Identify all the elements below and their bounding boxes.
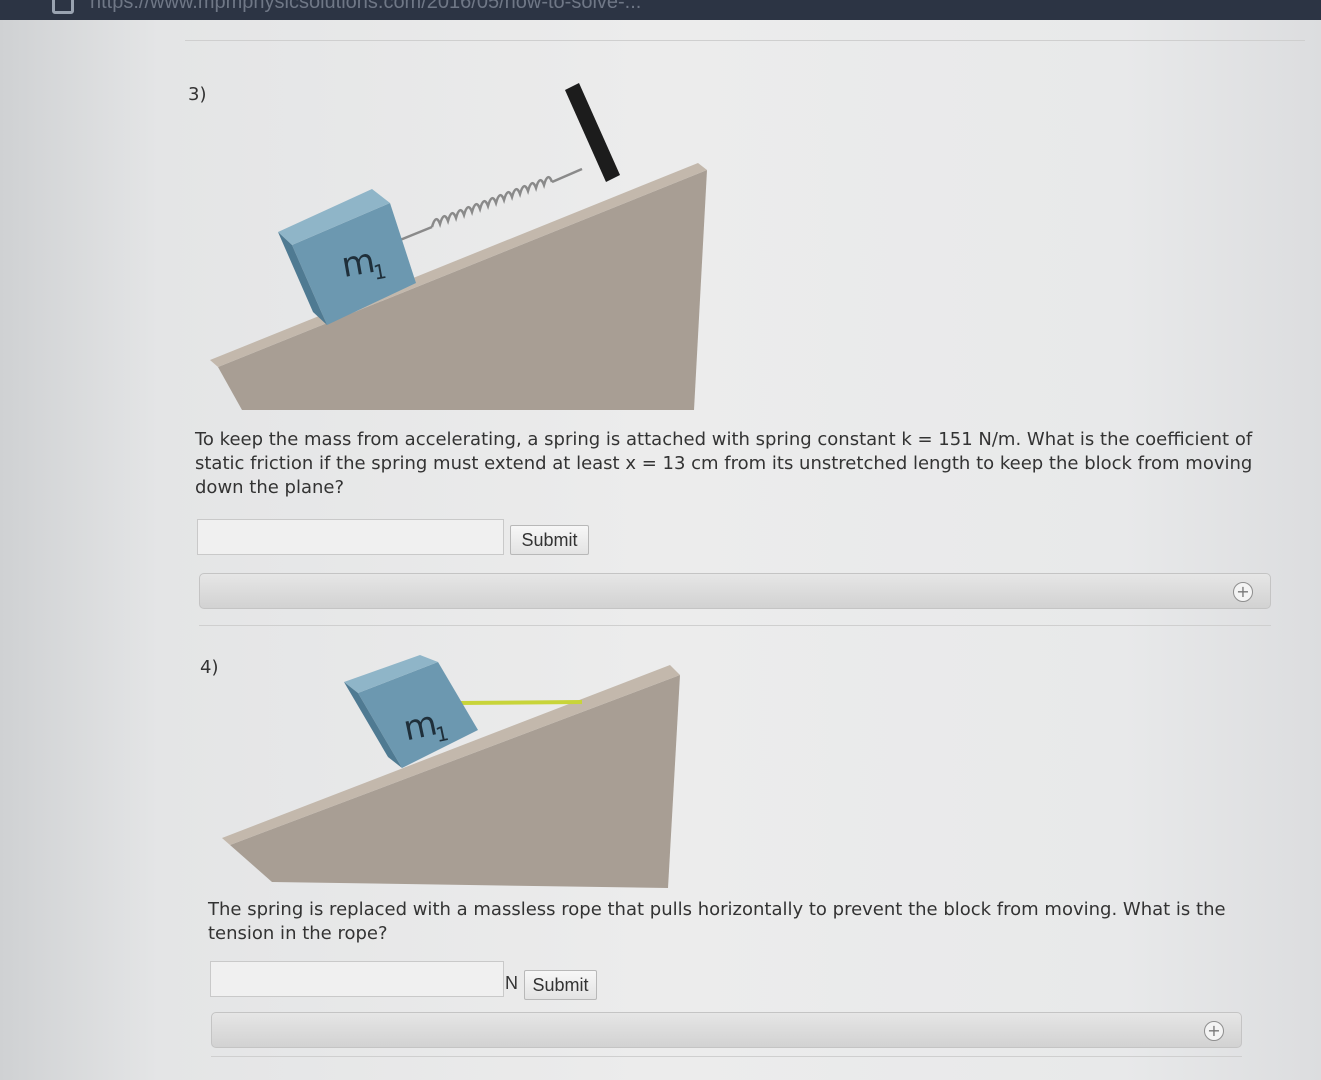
tab-icon[interactable] [52,0,74,14]
question-number: 4) [200,657,219,678]
wall-stopper [565,83,620,182]
browser-toolbar: https://www.mpmphysicsolutions.com/2016/… [0,0,1321,20]
submit-button[interactable]: Submit [510,525,589,555]
divider [199,625,1271,626]
hint-panel[interactable]: + [199,573,1271,609]
ramp-face [218,170,707,410]
incline-rope-diagram: m 1 [222,655,680,888]
plus-circle-icon[interactable]: + [1204,1021,1224,1041]
address-bar-url[interactable]: https://www.mpmphysicsolutions.com/2016/… [90,0,641,14]
answer-input[interactable] [210,961,504,997]
answer-input[interactable] [197,519,504,555]
question-number: 3) [188,84,207,105]
divider [185,40,1305,41]
unit-label: N [505,973,518,993]
divider [211,1056,1242,1057]
question-text: The spring is replaced with a massless r… [208,899,1226,944]
hint-panel[interactable]: + [211,1012,1242,1048]
submit-button[interactable]: Submit [524,970,597,1000]
question-text: To keep the mass from accelerating, a sp… [195,429,1253,498]
plus-circle-icon[interactable]: + [1233,582,1253,602]
rope [457,700,583,705]
incline-spring-diagram: m 1 [210,83,707,410]
